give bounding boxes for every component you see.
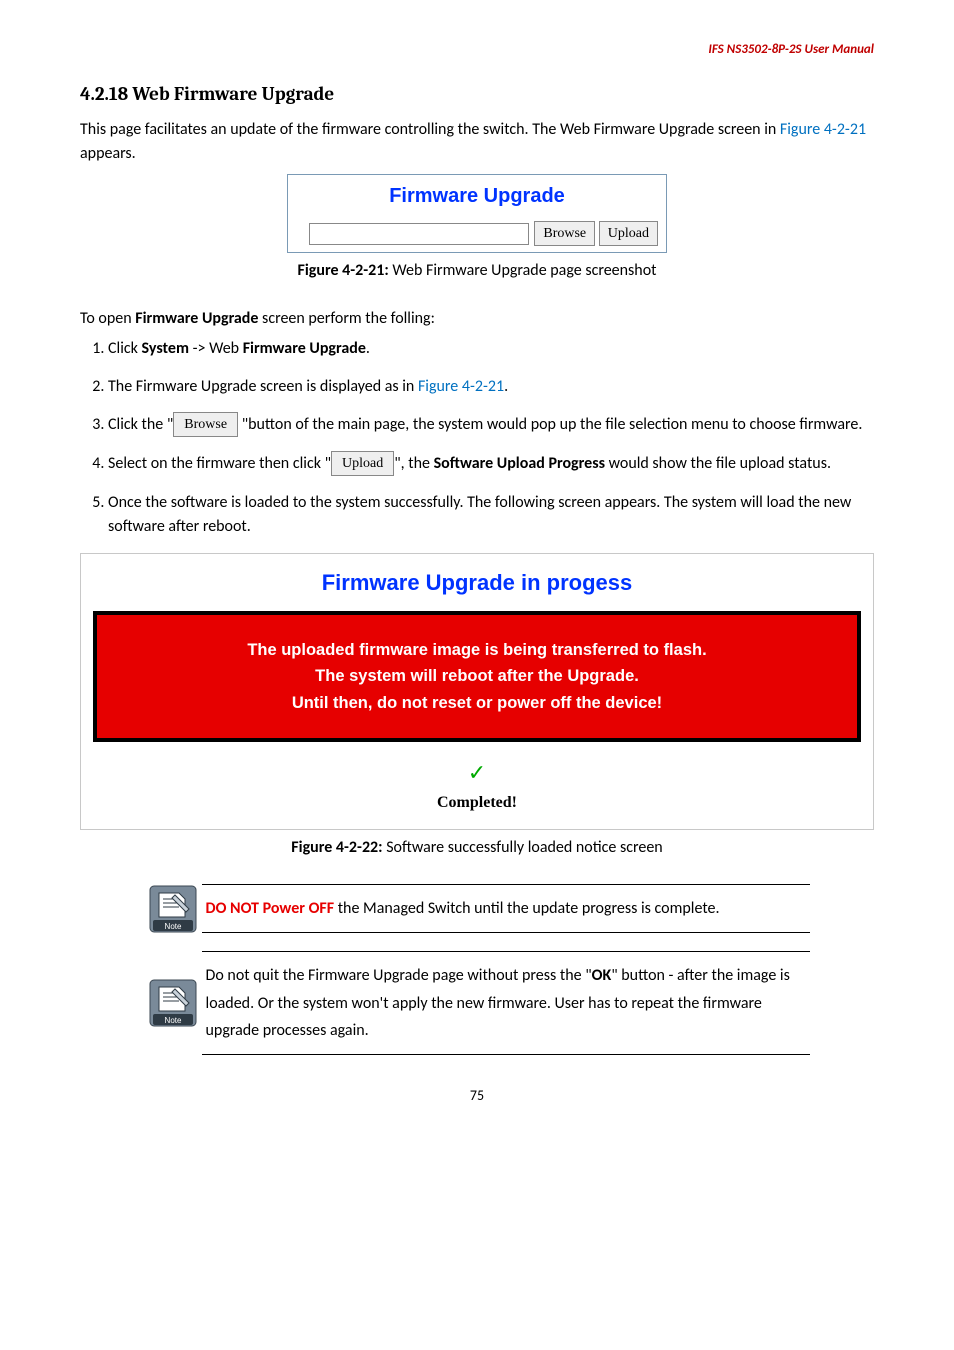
s3-b: "button of the main page, the system wou… xyxy=(238,415,862,434)
firmware-upgrade-panel: Firmware Upgrade Browse Upload xyxy=(287,174,667,253)
figure-1-caption: Figure 4-2-21: Web Firmware Upgrade page… xyxy=(80,259,874,283)
note-1-rest: the Managed Switch until the update prog… xyxy=(334,899,719,918)
s3-a: Click the " xyxy=(108,415,173,434)
open-text-c: screen perform the folling: xyxy=(258,309,434,328)
note-icon-1: Note xyxy=(144,884,202,933)
file-path-input[interactable] xyxy=(309,223,529,245)
note-1: Note DO NOT Power OFF the Managed Switch… xyxy=(144,884,811,933)
open-text-b: Firmware Upgrade xyxy=(135,309,258,328)
s1-b: System xyxy=(142,339,189,358)
progress-title: Firmware Upgrade in progess xyxy=(93,566,861,599)
s2-b: . xyxy=(504,377,508,396)
firmware-upgrade-title: Firmware Upgrade xyxy=(296,181,658,211)
note-1-body: DO NOT Power OFF the Managed Switch unti… xyxy=(202,884,811,933)
page-number: 75 xyxy=(80,1085,874,1106)
upload-button[interactable]: Upload xyxy=(599,221,658,246)
note-2-body: Do not quit the Firmware Upgrade page wi… xyxy=(202,951,811,1055)
warning-box: The uploaded firmware image is being tra… xyxy=(93,611,861,742)
figure-2-caption-text: Software successfully loaded notice scre… xyxy=(383,838,663,857)
upload-controls-row: Browse Upload xyxy=(296,221,658,246)
svg-text:Note: Note xyxy=(164,1016,181,1025)
upload-button-inline[interactable]: Upload xyxy=(331,451,394,476)
note-2: Note Do not quit the Firmware Upgrade pa… xyxy=(144,951,811,1055)
section-title: 4.2.18 Web Firmware Upgrade xyxy=(80,80,874,109)
steps-list: Click System -> Web Firmware Upgrade. Th… xyxy=(80,337,874,539)
note-badge-icon: Note xyxy=(149,885,197,933)
s1-c: -> Web xyxy=(189,339,243,358)
intro-text-a: This page facilitates an update of the f… xyxy=(80,120,780,139)
browse-button[interactable]: Browse xyxy=(534,221,595,246)
open-text-a: To open xyxy=(80,309,135,328)
step-2: The Firmware Upgrade screen is displayed… xyxy=(108,375,874,399)
step-4: Select on the firmware then click "Uploa… xyxy=(108,452,874,477)
warning-line-1: The uploaded firmware image is being tra… xyxy=(115,637,839,663)
figure-1-caption-num: Figure 4-2-21: xyxy=(298,261,389,280)
s4-c: would show the file upload status. xyxy=(605,454,831,473)
figure-1-container: Firmware Upgrade Browse Upload xyxy=(80,174,874,253)
note-badge-icon: Note xyxy=(149,979,197,1027)
intro-paragraph: This page facilitates an update of the f… xyxy=(80,118,874,166)
figure-link-1: Figure 4-2-21 xyxy=(780,120,866,139)
note-1-red: DO NOT Power OFF xyxy=(206,899,335,918)
s2-link: Figure 4-2-21 xyxy=(418,377,504,396)
step-5: Once the software is loaded to the syste… xyxy=(108,491,874,539)
progress-panel: Firmware Upgrade in progess The uploaded… xyxy=(80,553,874,830)
figure-2-caption-num: Figure 4-2-22: xyxy=(291,838,382,857)
step-3: Click the "Browse "button of the main pa… xyxy=(108,413,874,438)
s1-a: Click xyxy=(108,339,142,358)
s1-e: . xyxy=(366,339,370,358)
svg-text:Note: Note xyxy=(164,922,181,931)
note-icon-2: Note xyxy=(144,951,202,1055)
page-header-product: IFS NS3502-8P-2S User Manual xyxy=(80,40,874,60)
s5-a: Once the software is loaded to the syste… xyxy=(108,493,851,536)
checkmark-icon: ✓ xyxy=(93,756,861,789)
figure-1-caption-text: Web Firmware Upgrade page screenshot xyxy=(389,261,657,280)
s4-b: ", the xyxy=(394,454,433,473)
intro-text-b: appears. xyxy=(80,144,136,163)
figure-2-caption: Figure 4-2-22: Software successfully loa… xyxy=(80,836,874,860)
note-2-ok: OK xyxy=(592,966,612,985)
warning-line-2: The system will reboot after the Upgrade… xyxy=(115,663,839,689)
s1-d: Firmware Upgrade xyxy=(243,339,366,358)
completed-label: Completed! xyxy=(93,791,861,815)
s4-bold: Software Upload Progress xyxy=(434,454,605,473)
browse-button-inline[interactable]: Browse xyxy=(173,412,238,437)
s2-a: The Firmware Upgrade screen is displayed… xyxy=(108,377,418,396)
s4-a: Select on the firmware then click " xyxy=(108,454,331,473)
step-1: Click System -> Web Firmware Upgrade. xyxy=(108,337,874,361)
warning-line-3: Until then, do not reset or power off th… xyxy=(115,690,839,716)
open-instruction: To open Firmware Upgrade screen perform … xyxy=(80,307,874,331)
note-2-a: Do not quit the Firmware Upgrade page wi… xyxy=(206,966,592,985)
